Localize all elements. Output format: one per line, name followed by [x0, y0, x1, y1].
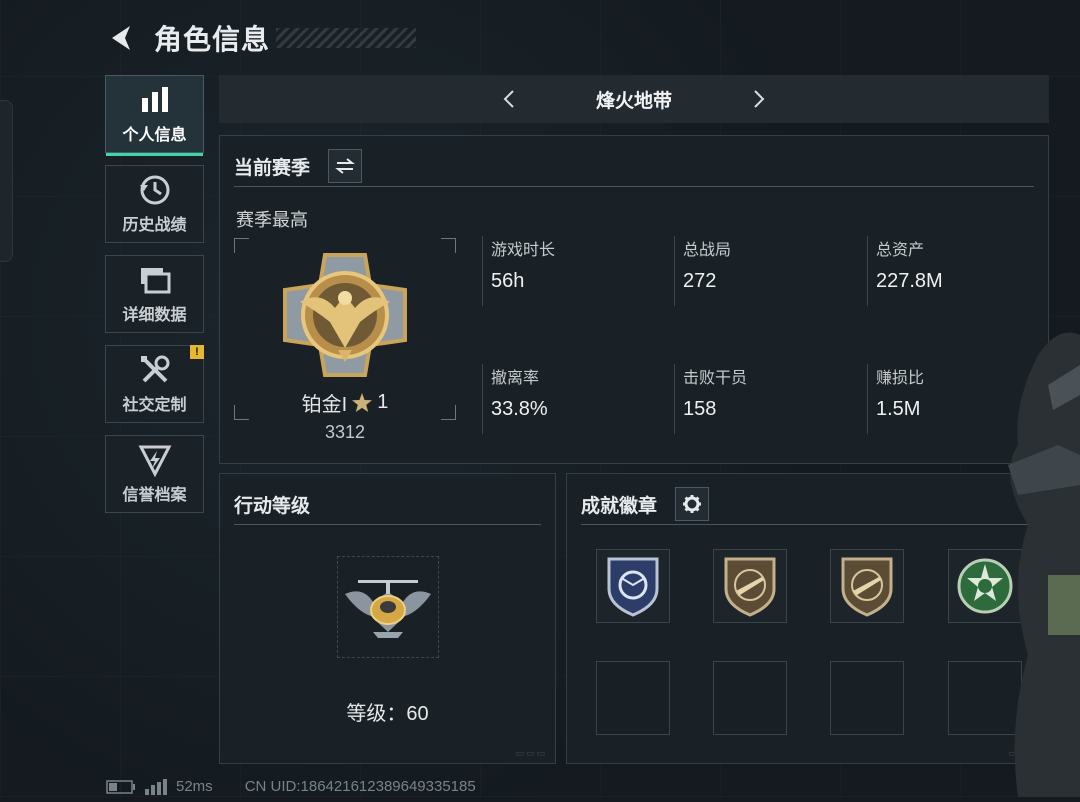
nav-item-history[interactable]: 历史战绩: [105, 165, 204, 243]
rank-box: 铂金I 1 3312: [234, 238, 456, 442]
user-uid: CN UID:1864216123896493351​85: [244, 778, 476, 795]
season-header: 当前赛季: [234, 146, 1034, 187]
badge-settings-button[interactable]: [675, 487, 710, 521]
frame-corner: [441, 238, 456, 253]
folders-icon: [138, 263, 172, 297]
stat-label: 击败干员: [683, 370, 748, 387]
level-panel: 行动等级 等级：60 ▭▭▭: [219, 473, 556, 764]
warning-badge: !: [190, 345, 204, 359]
nav-label: 详细数据: [122, 307, 187, 324]
ping-value: 52ms: [176, 778, 213, 795]
tools-icon: [138, 353, 172, 387]
badge-slot-empty[interactable]: [713, 661, 787, 735]
gear-icon: [683, 495, 702, 513]
badge-title: 成就徽章: [581, 495, 658, 517]
nav-item-detail-data[interactable]: 详细数据: [105, 255, 204, 333]
star-icon: [352, 392, 373, 412]
rifle-shield-badge-icon: [841, 557, 893, 617]
frame-corner: [234, 238, 249, 253]
nav-item-social-custom[interactable]: ! 社交定制: [105, 345, 204, 423]
rank-score: 3312: [324, 422, 366, 442]
nav-label: 历史战绩: [122, 217, 187, 234]
season-stats: 游戏时长 56h 总战局 272 总资产 227.8M 撤离率 33.8% 击败…: [482, 236, 1042, 434]
stat-label: 撤离率: [491, 370, 540, 387]
blue-shield-badge-icon: [607, 557, 659, 617]
stat-label: 游戏时长: [491, 242, 556, 259]
badge-slot[interactable]: [830, 549, 904, 623]
stat-label: 总资产: [876, 242, 925, 259]
signal-icon: [145, 778, 167, 795]
badge-header: 成就徽章: [581, 484, 1034, 525]
rank-stars: 1: [377, 391, 389, 413]
level-emblem: [337, 556, 439, 658]
platinum-rank-emblem-icon: [283, 253, 407, 377]
mode-name: 烽火地带: [595, 90, 672, 112]
badge-slot-empty[interactable]: [596, 661, 670, 735]
helicopter-level-icon: [345, 580, 431, 638]
edge-drawer-tab[interactable]: [0, 100, 13, 262]
stat-value: 56h: [491, 270, 525, 292]
season-panel: 当前赛季 赛季最高 铂金I 1 3312 游戏时长 56h 总战局 272 总资…: [219, 135, 1049, 464]
season-subtitle: 赛季最高: [236, 210, 308, 230]
stat-value: 33.8%: [491, 398, 548, 420]
rank-name-row: 铂金I 1: [234, 388, 456, 417]
corner-decoration: ▭▭▭: [515, 748, 547, 758]
stat-value: 272: [683, 270, 717, 292]
bar-chart-icon: [138, 83, 172, 117]
rifle-shield-badge-icon: [724, 557, 776, 617]
season-title: 当前赛季: [234, 157, 311, 179]
header: 角色信息: [104, 18, 417, 58]
battery-icon: [106, 779, 135, 794]
stat-value: 158: [683, 398, 717, 420]
page-title: 角色信息: [154, 24, 271, 55]
nav-label: 社交定制: [122, 397, 187, 414]
level-title: 行动等级: [234, 495, 311, 517]
badge-slot-empty[interactable]: [830, 661, 904, 735]
stat-value: 227.8M: [876, 270, 943, 292]
swap-icon: [335, 158, 355, 174]
status-bar: 52ms CN UID:1864216123896493351​85: [106, 778, 476, 795]
stat-operators-defeated: 击败干员 158: [674, 364, 863, 434]
nav-label: 信誉档案: [122, 487, 187, 504]
stat-extract-rate: 撤离率 33.8%: [482, 364, 671, 434]
stat-label: 总战局: [683, 242, 732, 259]
badge-slot[interactable]: [713, 549, 787, 623]
stat-playtime: 游戏时长 56h: [482, 236, 671, 306]
rank-name: 铂金I: [301, 394, 348, 416]
mode-switcher: 烽火地带: [219, 75, 1049, 123]
history-clock-icon: [138, 173, 172, 207]
badge-slot[interactable]: [596, 549, 670, 623]
side-nav: 个人信息 历史战绩 详细数据 ! 社交定制 信誉档案: [105, 75, 206, 525]
switch-season-button[interactable]: [328, 149, 363, 183]
level-header: 行动等级: [234, 484, 541, 525]
level-text: 等级：60: [346, 703, 429, 725]
stat-total-matches: 总战局 272: [674, 236, 863, 306]
nav-item-reputation[interactable]: 信誉档案: [105, 435, 204, 513]
chevron-right-icon[interactable]: [744, 84, 774, 114]
badge-panel: 成就徽章 ▭▭▭: [566, 473, 1049, 764]
nav-label: 个人信息: [122, 127, 187, 144]
chevron-left-icon[interactable]: [494, 84, 524, 114]
lightning-shield-icon: [138, 443, 172, 477]
back-arrow-icon[interactable]: [104, 21, 138, 55]
character-model: [998, 325, 1080, 797]
nav-item-personal-info[interactable]: 个人信息: [105, 75, 204, 156]
title-decoration: [276, 28, 417, 48]
stat-total-assets: 总资产 227.8M: [867, 236, 1056, 306]
